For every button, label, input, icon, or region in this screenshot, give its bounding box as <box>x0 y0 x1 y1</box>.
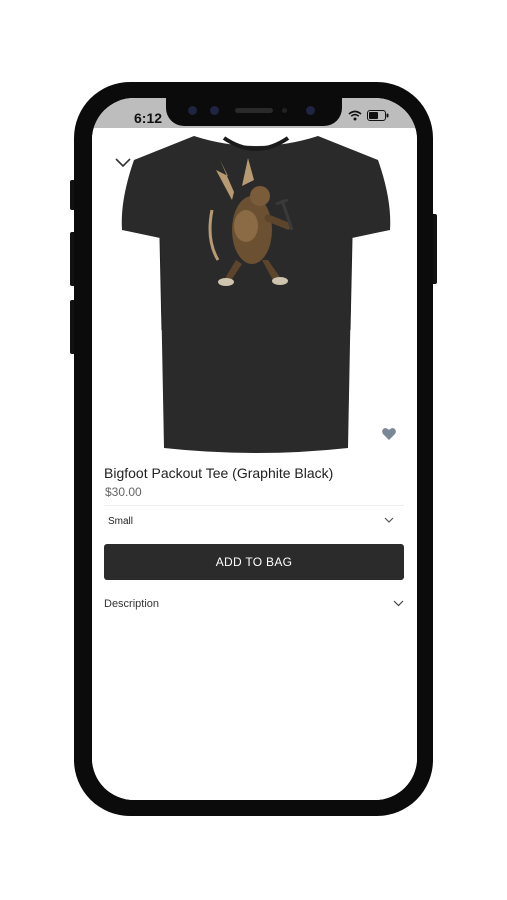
sensor <box>188 106 197 115</box>
status-time: 6:12 <box>134 110 163 126</box>
product-image <box>121 136 391 453</box>
status-icons <box>348 110 389 121</box>
wifi-icon <box>348 110 362 121</box>
chevron-down-icon <box>384 517 394 523</box>
chevron-down-icon[interactable] <box>114 156 132 170</box>
earpiece-speaker <box>235 108 273 113</box>
battery-icon <box>367 110 389 121</box>
product-detail-sheet: Bigfoot Packout Tee (Graphite Black) $30… <box>92 128 417 800</box>
size-selected-value: Small <box>108 516 134 527</box>
description-label: Description <box>104 598 160 610</box>
product-price: $30.00 <box>105 485 142 499</box>
add-to-bag-button[interactable]: ADD TO BAG <box>104 544 404 580</box>
phone-screen: 6:12 Bigfoot Packout Tee (Graphite Black… <box>92 98 417 800</box>
front-camera <box>306 106 315 115</box>
description-accordion[interactable]: Description <box>104 594 406 614</box>
chevron-down-icon <box>393 600 404 607</box>
size-select[interactable]: Small <box>104 508 404 534</box>
heart-icon[interactable] <box>381 426 397 442</box>
sensor <box>282 108 287 113</box>
divider <box>104 505 404 506</box>
product-title: Bigfoot Packout Tee (Graphite Black) <box>104 465 334 481</box>
notch <box>166 98 342 126</box>
sensor <box>210 106 219 115</box>
